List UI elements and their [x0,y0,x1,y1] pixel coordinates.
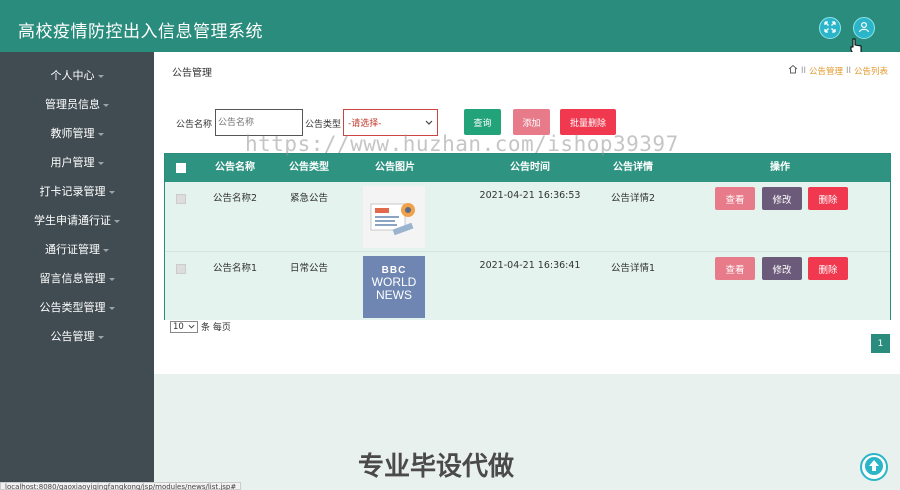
view-button[interactable]: 查看 [715,257,755,280]
breadcrumb-separator: II [845,65,851,76]
sidebar-item-personal-center[interactable]: 个人中心 [0,65,154,87]
caret-down-icon [108,306,115,310]
col-notice-type[interactable]: 公告类型 [277,154,341,182]
bbc-logo-text: NEWS [376,288,412,302]
sidebar-item-label: 留言信息管理 [39,272,106,285]
breadcrumb-module[interactable]: 公告管理 [809,65,843,77]
pagination: 10 条 每页 [170,320,231,333]
caret-down-icon [108,277,115,281]
sidebar-item-teacher[interactable]: 教师管理 [0,123,154,145]
col-notice-image: 公告图片 [375,162,415,173]
row-checkbox[interactable] [176,194,186,204]
sidebar-item-label: 通行证管理 [45,243,100,256]
per-page-label: 条 每页 [201,323,231,333]
app-title: 高校疫情防控出入信息管理系统 [18,22,263,42]
sidebar-item-label: 学生申请通行证 [34,214,111,227]
user-icon [858,21,870,36]
col-actions: 操作 [770,162,790,173]
row-checkbox[interactable] [176,264,186,274]
sidebar-item-pass-apply[interactable]: 学生申请通行证 [0,210,154,232]
chevron-down-icon [188,322,195,332]
fullscreen-button[interactable] [819,17,841,39]
sidebar-item-notice-types[interactable]: 公告类型管理 [0,297,154,319]
sidebar-item-label: 个人中心 [50,69,95,82]
sidebar-item-admin-info[interactable]: 管理员信息 [0,94,154,116]
notice-table: 公告名称 公告类型 公告图片 公告时间 公告详情 操作 公告名称2 紧急公告 2… [164,153,891,320]
arrow-up-icon [864,456,884,479]
main-panel: 公告管理 II 公告管理 II 公告列表 公告名称 公告类型 -请选择- 查询 … [154,52,900,374]
caret-down-icon [97,161,104,165]
edit-button[interactable]: 修改 [762,257,802,280]
view-button[interactable]: 查看 [715,187,755,210]
caret-down-icon [97,132,104,136]
caret-down-icon [108,190,115,194]
delete-button[interactable]: 删除 [808,257,848,280]
sidebar-item-pass-manage[interactable]: 通行证管理 [0,239,154,261]
sidebar-item-messages[interactable]: 留言信息管理 [0,268,154,290]
sidebar: 个人中心 管理员信息 教师管理 用户管理 打卡记录管理 学生申请通行证 通行证管… [0,52,154,490]
caret-down-icon [97,335,104,339]
sidebar-item-label: 公告管理 [50,330,95,343]
cell-notice-name: 公告名称1 [212,263,258,274]
sidebar-item-checkin[interactable]: 打卡记录管理 [0,181,154,203]
fullscreen-icon [824,20,836,36]
cell-notice-time: 2021-04-21 16:36:53 [479,190,581,201]
page-size-value: 10 [173,321,184,332]
caret-down-icon [103,248,109,252]
cell-notice-type: 紧急公告 [289,193,328,204]
page-title: 公告管理 [172,68,212,79]
col-notice-name[interactable]: 公告名称 [203,154,267,182]
breadcrumb-current: 公告列表 [853,66,888,77]
cell-notice-type: 日常公告 [289,263,328,274]
edit-button[interactable]: 修改 [762,187,802,210]
table-row: 公告名称2 紧急公告 2021-04-21 16:36:53 公告详情2 查看 … [165,182,890,251]
sidebar-item-label: 教师管理 [50,127,95,140]
status-bar-url: localhost:8080/gaoxiaoyiqingfangkong/jsp… [0,482,242,490]
breadcrumb-separator: II [800,65,806,76]
table-header: 公告名称 公告类型 公告图片 公告时间 公告详情 操作 [165,154,890,182]
sidebar-item-label: 用户管理 [50,156,95,169]
user-button[interactable] [853,17,875,39]
sidebar-item-label: 公告类型管理 [39,301,106,314]
cell-notice-detail: 公告详情1 [610,263,656,274]
sidebar-item-label: 管理员信息 [45,98,100,111]
select-all-checkbox[interactable] [176,163,186,173]
col-notice-detail: 公告详情 [613,162,653,173]
promo-text: 专业毕设代做 [358,452,515,482]
breadcrumb: II 公告管理 II 公告列表 [788,64,888,77]
page-number-button[interactable]: 1 [871,334,890,353]
sidebar-item-users[interactable]: 用户管理 [0,152,154,174]
delete-button[interactable]: 删除 [808,187,848,210]
watermark-text: https://www.huzhan.com/ishop39397 [245,132,679,156]
caret-down-icon [114,219,120,223]
page-size-select[interactable]: 10 [170,320,198,333]
sidebar-item-notices[interactable]: 公告管理 [0,326,154,348]
home-icon[interactable] [788,64,798,77]
notice-image-bbc-world-news: BBC WORLD NEWS [363,256,425,318]
notice-image-news-illustration [363,186,425,248]
notice-type-label: 公告类型 [305,120,342,130]
scroll-to-top-button[interactable] [860,453,888,481]
cell-notice-name: 公告名称2 [212,193,258,204]
chevron-down-icon [425,118,433,128]
sidebar-item-label: 打卡记录管理 [39,185,106,198]
notice-type-selected: -请选择- [348,119,382,129]
top-bar: 高校疫情防控出入信息管理系统 [0,0,900,52]
caret-down-icon [97,74,104,78]
col-notice-time[interactable]: 公告时间 [485,154,575,182]
notice-name-label: 公告名称 [176,120,213,130]
cell-notice-detail: 公告详情2 [610,193,656,204]
cell-notice-time: 2021-04-21 16:36:41 [479,260,581,271]
caret-down-icon [103,103,109,107]
table-row: 公告名称1 日常公告 BBC WORLD NEWS 2021-04-21 16:… [165,251,890,320]
